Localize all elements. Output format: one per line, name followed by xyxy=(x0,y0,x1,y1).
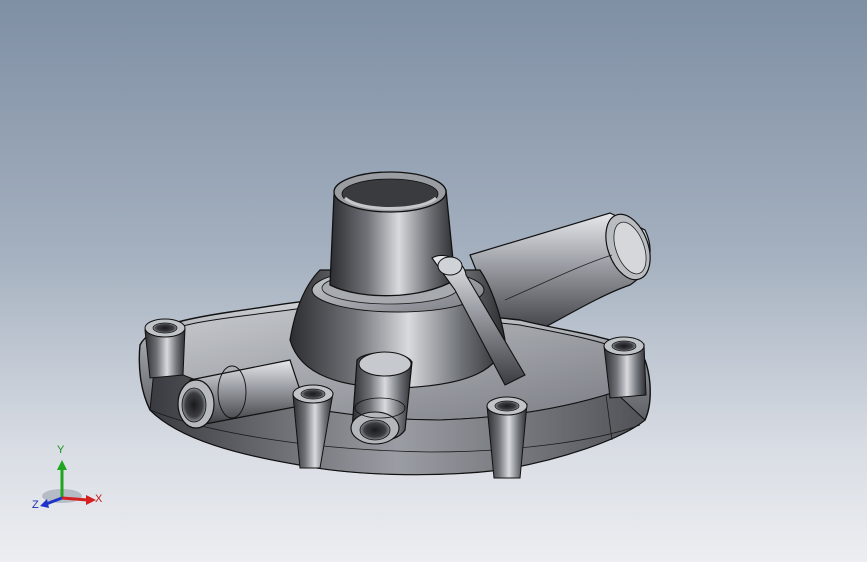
graphics-viewport[interactable]: Y X Z xyxy=(0,0,867,562)
inlet-neck xyxy=(329,171,456,297)
x-axis-label: X xyxy=(95,493,103,505)
3d-model-view[interactable] xyxy=(0,0,867,562)
z-axis-label: Z xyxy=(32,499,39,511)
front-nozzle xyxy=(350,351,413,445)
y-axis-label: Y xyxy=(57,444,65,456)
bolt-boss-1 xyxy=(144,318,186,379)
bolt-boss-3 xyxy=(486,396,528,479)
orientation-triad xyxy=(40,460,96,508)
bolt-boss-4 xyxy=(603,336,647,399)
